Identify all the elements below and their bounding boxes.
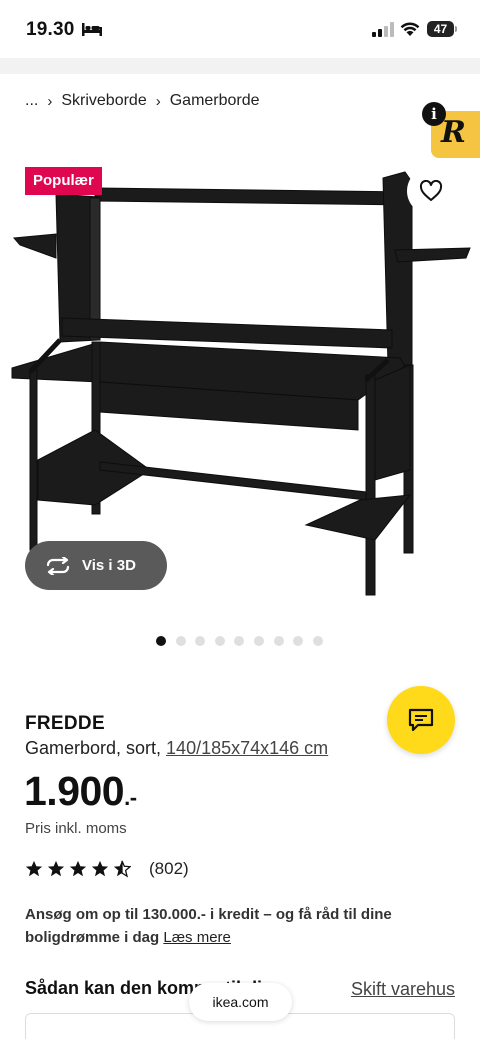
view-in-3d-label: Vis i 3D [82, 557, 136, 574]
rotate-3d-icon [46, 556, 70, 575]
product-price: 1.900.- [24, 768, 137, 815]
read-more-link[interactable]: Læs mere [163, 929, 231, 946]
star-full-icon [47, 860, 65, 877]
carousel-dot[interactable] [312, 636, 323, 646]
breadcrumb-ellipsis[interactable]: ... [25, 92, 38, 110]
favorite-button[interactable] [407, 167, 455, 215]
product-rating[interactable]: (802) [25, 858, 189, 880]
change-store-link[interactable]: Skift varehus [351, 979, 455, 1000]
popular-badge: Populær [25, 167, 102, 195]
credit-offer: Ansøg om op til 130.000.- i kredit – og … [25, 903, 445, 949]
carousel-dot[interactable] [293, 636, 304, 646]
battery-level: 47 [427, 21, 454, 37]
sleep-bed-icon [82, 23, 102, 36]
price-note: Pris inkl. moms [25, 820, 127, 837]
breadcrumb-item-skriveborde[interactable]: Skriveborde [61, 92, 146, 110]
view-in-3d-button[interactable]: Vis i 3D [25, 541, 167, 590]
carousel-dot[interactable] [195, 636, 206, 646]
status-bar: 19.30 47 [0, 0, 480, 58]
wifi-icon [400, 22, 420, 36]
heart-icon [419, 180, 443, 201]
image-carousel-dots [156, 636, 332, 646]
product-description: Gamerbord, sort, 140/185x74x146 cm [25, 738, 328, 759]
reader-extension-icon: R [441, 115, 466, 150]
carousel-dot[interactable] [253, 636, 264, 646]
carousel-dot[interactable] [234, 636, 245, 646]
status-time: 19.30 [26, 19, 75, 40]
chat-button[interactable] [387, 686, 455, 754]
header-strip [0, 58, 480, 74]
breadcrumb-separator: › [47, 92, 53, 110]
breadcrumb: ... › Skriveborde › Gamerborde [25, 90, 260, 112]
price-suffix: .- [124, 785, 137, 810]
product-type: Gamerbord, sort, [25, 738, 167, 758]
info-icon[interactable]: i [422, 102, 446, 126]
product-name: FREDDE [25, 713, 105, 734]
cellular-signal-icon [372, 22, 394, 37]
breadcrumb-separator: › [155, 92, 161, 110]
breadcrumb-item-gamerborde[interactable]: Gamerborde [170, 92, 260, 110]
chat-icon [408, 708, 434, 732]
product-dimensions-link[interactable]: 140/185x74x146 cm [166, 738, 328, 758]
rating-count: (802) [149, 859, 189, 878]
star-full-icon [25, 860, 43, 877]
carousel-dot[interactable] [273, 636, 284, 646]
star-full-icon [91, 860, 109, 877]
carousel-dot[interactable] [175, 636, 186, 646]
battery-cap [455, 26, 457, 32]
browser-url-pill[interactable]: ikea.com [189, 983, 292, 1021]
price-amount: 1.900 [24, 768, 125, 814]
battery-indicator: 47 [427, 21, 457, 37]
carousel-dot[interactable] [214, 636, 225, 646]
star-half-icon [113, 860, 131, 878]
star-full-icon [69, 860, 87, 877]
carousel-dot[interactable] [156, 636, 166, 646]
